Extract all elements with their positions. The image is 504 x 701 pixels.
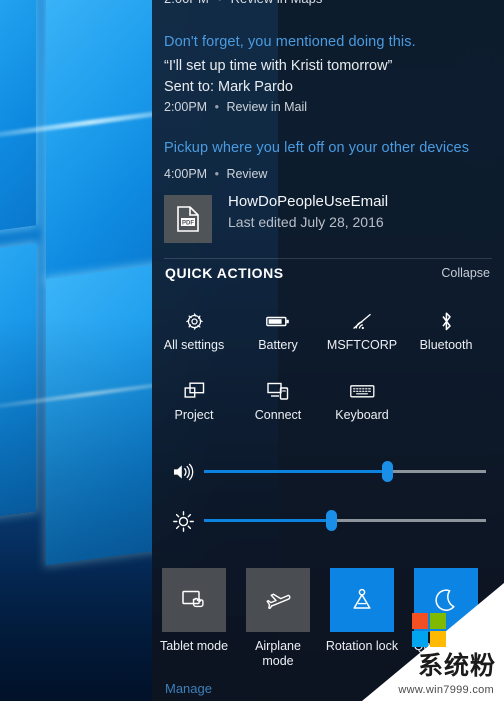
quick-action-label: Project: [174, 408, 214, 422]
quick-action-battery[interactable]: Battery: [236, 310, 320, 352]
connect-device-icon: [267, 382, 289, 400]
volume-slider-fill: [204, 470, 388, 473]
brightness-icon: [172, 510, 194, 532]
notification-time: 4:00PM: [164, 167, 208, 181]
clipped-notification-separator: •: [212, 0, 227, 6]
notification-meta: 4:00PM • Review: [164, 165, 492, 183]
clipped-notification-row[interactable]: 2:00PM • Review in Maps: [152, 0, 504, 10]
clipped-notification-action[interactable]: Review in Maps: [231, 0, 323, 6]
notification-quote: “I'll set up time with Kristi tomorrow”: [164, 58, 393, 74]
project-screen-icon-wrap: [184, 380, 205, 402]
tile-quiet-hours[interactable]: Quiet hours: [404, 568, 488, 669]
quick-actions-title: QUICK ACTIONS: [165, 265, 284, 281]
quick-action-label: Connect: [254, 408, 302, 422]
tile-label: Airplane mode: [255, 639, 301, 668]
tile-label: Tablet mode: [159, 639, 229, 653]
wifi-icon-wrap: [352, 310, 373, 332]
tile-airplane-mode[interactable]: Airplane mode: [236, 568, 320, 669]
volume-slider-row[interactable]: [152, 459, 504, 485]
quick-action-wifi[interactable]: MSFTCORP: [320, 310, 404, 352]
airplane-icon: [266, 593, 291, 609]
tile-box[interactable]: [162, 568, 226, 632]
quick-action-keyboard[interactable]: Keyboard: [320, 380, 404, 422]
notification-cortana-reminder[interactable]: Don't forget, you mentioned doing this. …: [152, 33, 504, 116]
notification-title: Pickup where you left off on your other …: [164, 140, 470, 156]
brightness-slider-fill: [204, 519, 331, 522]
notification-meta: 2:00PM • Review in Mail: [164, 98, 492, 116]
battery-icon-wrap: [266, 310, 290, 332]
document-last-edited: Last edited July 28, 2016: [228, 214, 384, 230]
notification-action-link[interactable]: Review: [226, 167, 267, 181]
document-name: HowDoPeopleUseEmail: [228, 193, 389, 210]
action-center-panel: 2:00PM • Review in Maps Don't forget, yo…: [152, 0, 504, 701]
volume-slider-track[interactable]: [204, 461, 486, 482]
document-text-block: HowDoPeopleUseEmail Last edited July 28,…: [228, 191, 388, 232]
collapse-button[interactable]: Collapse: [441, 266, 490, 280]
notification-sent-to: Sent to: Mark Pardo: [164, 79, 293, 95]
pdf-file-icon: PDF: [177, 206, 199, 232]
quick-action-label: All settings: [163, 338, 225, 352]
notification-pickup-where-left-off[interactable]: Pickup where you left off on your other …: [152, 139, 504, 183]
notification-time: 2:00PM: [164, 100, 208, 114]
bluetooth-icon: [441, 311, 451, 330]
bluetooth-icon-wrap: [439, 310, 454, 332]
clipped-notification-time: 2:00PM: [164, 0, 209, 6]
screen-root: 2:00PM • Review in Maps Don't forget, yo…: [0, 0, 504, 701]
notification-title: Don't forget, you mentioned doing this.: [164, 34, 416, 50]
tile-box[interactable]: [330, 568, 394, 632]
section-divider: [164, 258, 492, 259]
brightness-slider-track[interactable]: [204, 510, 486, 531]
quick-action-label: Bluetooth: [419, 338, 473, 352]
brightness-icon-wrap: [170, 508, 196, 534]
quick-actions-row-1: All settings Battery MSFTCORP Bluetooth: [152, 310, 504, 352]
document-thumbnail: PDF: [164, 195, 212, 243]
tile-tablet-mode[interactable]: Tablet mode: [152, 568, 236, 669]
quick-action-label: MSFTCORP: [326, 338, 398, 352]
quick-action-tiles: Tablet mode Airplane mode Rotation lock …: [152, 568, 504, 669]
volume-icon: [174, 463, 194, 481]
keyboard-icon-wrap: [349, 380, 375, 402]
tile-box[interactable]: [414, 568, 478, 632]
tile-box[interactable]: [246, 568, 310, 632]
volume-slider-thumb[interactable]: [382, 461, 394, 482]
quick-action-label: Battery: [258, 338, 298, 352]
gear-icon-wrap: [185, 310, 204, 332]
quick-actions-header: QUICK ACTIONS Collapse: [152, 265, 504, 287]
quick-action-bluetooth[interactable]: Bluetooth: [404, 310, 488, 352]
brightness-slider-thumb[interactable]: [325, 510, 337, 531]
keyboard-icon: [349, 384, 374, 397]
tile-label: Rotation lock: [325, 639, 399, 653]
volume-icon-wrap: [170, 459, 196, 485]
quick-action-connect[interactable]: Connect: [236, 380, 320, 422]
notification-action-link[interactable]: Review in Mail: [226, 100, 307, 114]
gear-icon: [185, 312, 203, 330]
tile-rotation-lock[interactable]: Rotation lock: [320, 568, 404, 669]
notification-separator: •: [214, 167, 219, 181]
quick-action-project[interactable]: Project: [152, 380, 236, 422]
brightness-slider-row[interactable]: [152, 508, 504, 534]
notification-separator: •: [214, 100, 219, 114]
tablet-mode-icon: [182, 590, 204, 607]
quick-action-label: Keyboard: [335, 408, 389, 422]
moon-icon: [435, 588, 455, 611]
quick-action-all-settings[interactable]: All settings: [152, 310, 236, 352]
project-screen-icon: [184, 382, 204, 398]
wifi-icon: [352, 313, 371, 329]
pickup-document-row[interactable]: PDF HowDoPeopleUseEmail Last edited July…: [164, 193, 484, 247]
tile-label: Quiet hours: [413, 639, 479, 653]
manage-link[interactable]: Manage: [165, 681, 212, 696]
connect-device-icon-wrap: [267, 380, 289, 402]
quick-actions-row-2: Project Connect Keyboard: [152, 380, 504, 422]
rotation-lock-icon: [353, 588, 371, 609]
battery-icon: [266, 316, 289, 326]
svg-text:PDF: PDF: [182, 221, 194, 227]
